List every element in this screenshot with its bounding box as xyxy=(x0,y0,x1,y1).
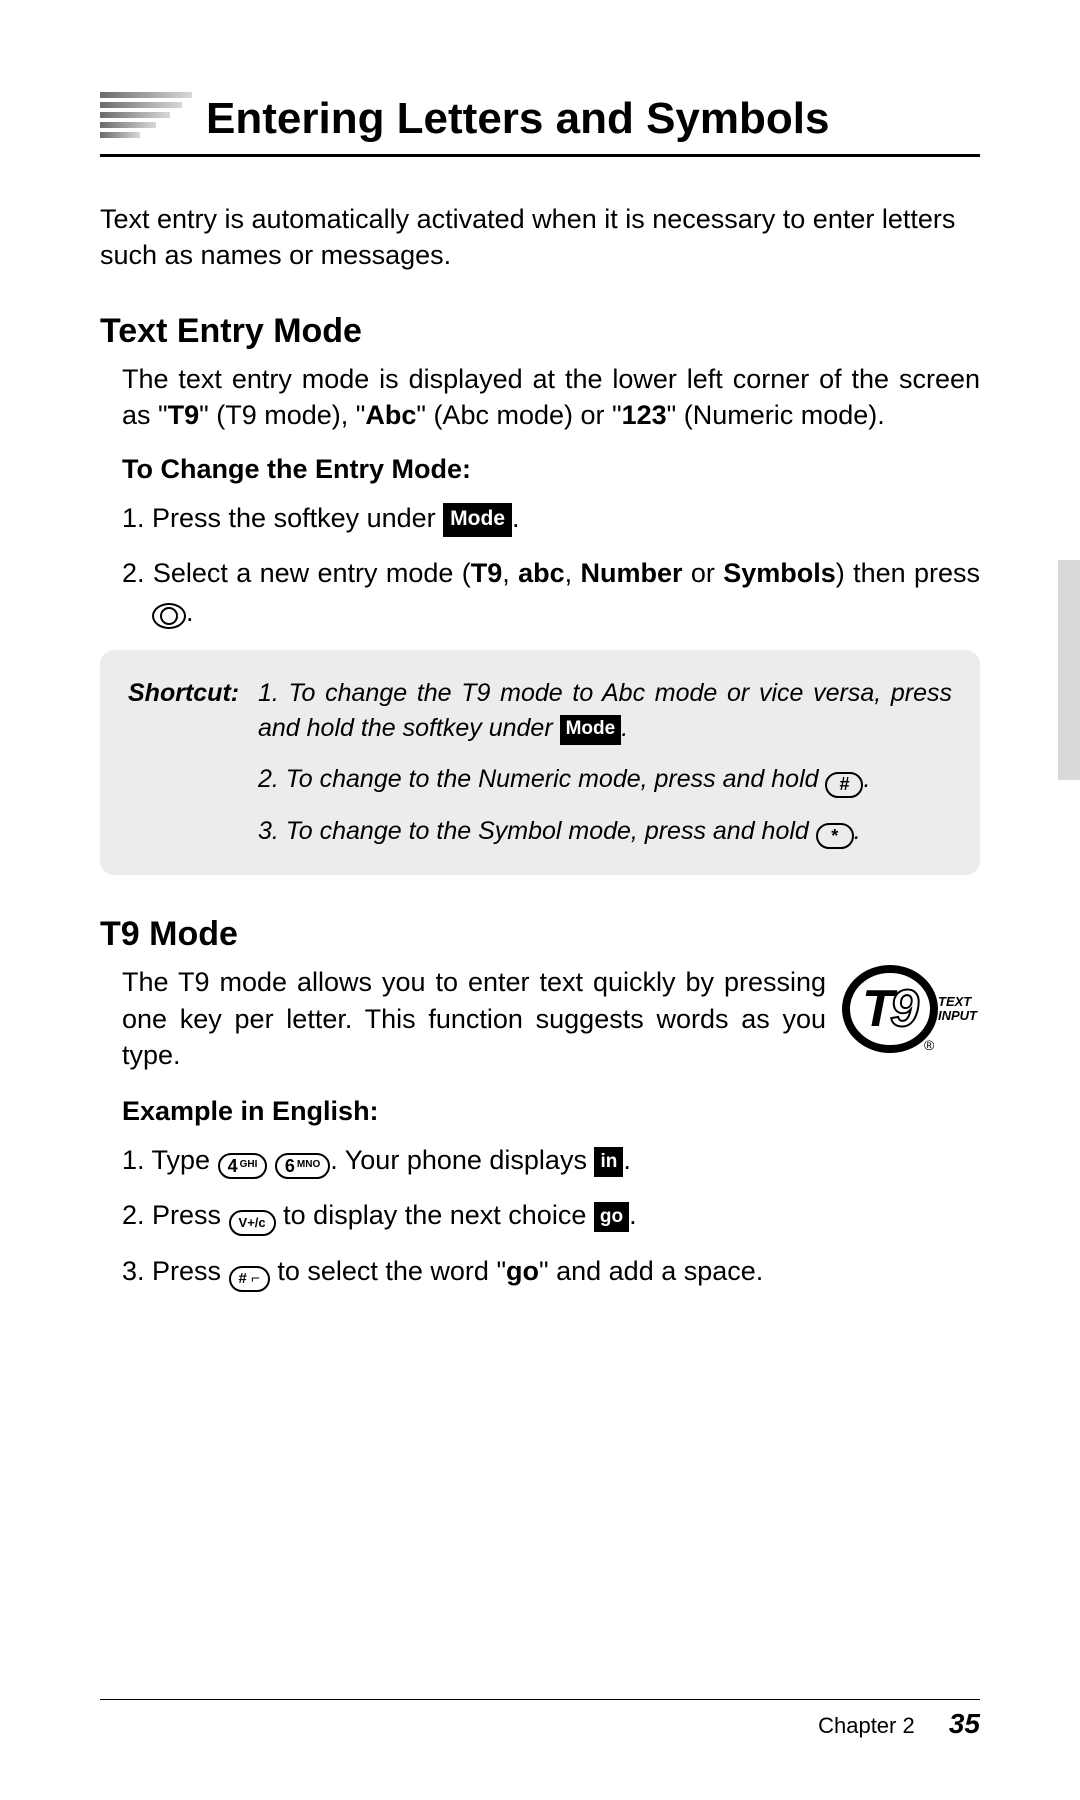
svg-text:TEXT: TEXT xyxy=(938,994,972,1009)
t9-heading: T9 Mode xyxy=(100,915,980,954)
intro-paragraph: Text entry is automatically activated wh… xyxy=(100,201,980,274)
title-rule xyxy=(100,154,980,157)
svg-text:9: 9 xyxy=(890,980,919,1038)
shortcut-label: Shortcut: xyxy=(128,676,258,746)
display-badge: in xyxy=(594,1147,623,1178)
ok-button-icon xyxy=(152,603,186,629)
hash-key-icon: # xyxy=(825,772,863,798)
shortcut-item-2: 2. To change to the Numeric mode, press … xyxy=(258,762,952,798)
svg-text:INPUT: INPUT xyxy=(938,1008,978,1023)
text-entry-heading: Text Entry Mode xyxy=(100,312,980,351)
header-stripes-icon xyxy=(100,92,192,144)
footer-rule xyxy=(100,1699,980,1700)
t9-paragraph: The T9 mode allows you to enter text qui… xyxy=(122,964,826,1073)
chapter-label: Chapter 2 xyxy=(818,1713,915,1738)
t9-logo-icon: T 9 TEXT INPUT ® xyxy=(840,964,980,1054)
star-key-icon: * xyxy=(816,823,854,849)
svg-text:®: ® xyxy=(924,1037,935,1053)
change-mode-step-1: 1. Press the softkey under Mode. xyxy=(122,499,980,538)
shortcut-box: Shortcut: 1. To change the T9 mode to Ab… xyxy=(100,650,980,875)
page-number: 35 xyxy=(949,1708,980,1739)
display-badge: go xyxy=(594,1202,629,1233)
change-mode-heading: To Change the Entry Mode: xyxy=(122,454,980,485)
mode-badge: Mode xyxy=(443,503,512,537)
page-content: Entering Letters and Symbols Text entry … xyxy=(0,0,1080,1292)
shortcut-item-1: 1. To change the T9 mode to Abc mode or … xyxy=(258,676,952,746)
example-step-1: 1. Type 4GHI 6MNO. Your phone displays i… xyxy=(122,1141,980,1180)
page-footer: Chapter 2 35 xyxy=(100,1699,980,1740)
text-entry-paragraph: The text entry mode is displayed at the … xyxy=(122,361,980,434)
page-title: Entering Letters and Symbols xyxy=(206,94,829,144)
example-step-2: 2. Press V+/c to display the next choice… xyxy=(122,1196,980,1236)
title-row: Entering Letters and Symbols xyxy=(100,92,980,144)
change-mode-step-2: 2. Select a new entry mode (T9, abc, Num… xyxy=(122,554,980,632)
key-hash-space-icon: # ⌐ xyxy=(229,1266,270,1292)
example-heading: Example in English: xyxy=(122,1096,980,1127)
key-4-icon: 4GHI xyxy=(218,1153,268,1179)
shortcut-item-3: 3. To change to the Symbol mode, press a… xyxy=(258,814,952,850)
example-step-3: 3. Press # ⌐ to select the word "go" and… xyxy=(122,1252,980,1292)
key-6-icon: 6MNO xyxy=(275,1153,330,1179)
key-vc-icon: V+/c xyxy=(229,1210,276,1236)
mode-badge: Mode xyxy=(560,715,622,745)
